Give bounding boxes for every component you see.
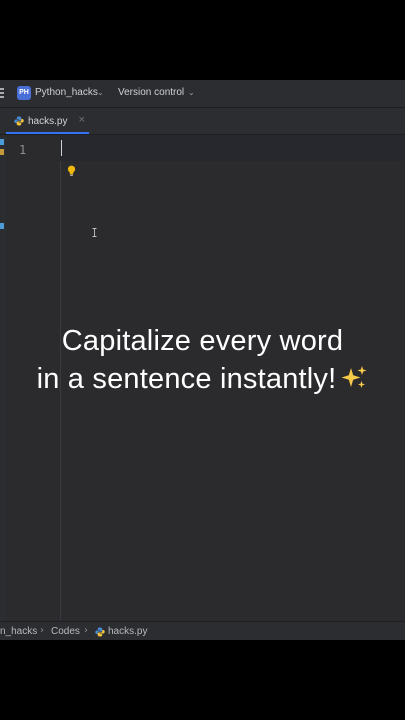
editor-tab-bar: hacks.py × — [0, 108, 405, 135]
chevron-right-icon: › — [84, 625, 88, 636]
chevron-down-icon[interactable]: ⌄ — [97, 88, 104, 97]
hamburger-menu-icon[interactable] — [0, 88, 4, 99]
status-bar: n_hacks › Codes › hacks.py — [0, 621, 405, 640]
breadcrumb-project[interactable]: n_hacks — [0, 626, 37, 637]
current-line-highlight[interactable] — [60, 135, 405, 161]
git-tool-icon[interactable] — [0, 223, 4, 229]
breadcrumb-file[interactable]: hacks.py — [108, 626, 147, 637]
version-control-menu[interactable]: Version control — [118, 87, 184, 98]
video-caption-overlay: Capitalize every word in a sentence inst… — [0, 322, 405, 398]
caption-line-2: in a sentence instantly! — [0, 360, 405, 398]
lightbulb-icon[interactable] — [67, 165, 76, 177]
project-badge[interactable]: PH — [17, 86, 31, 100]
python-file-icon — [14, 116, 24, 126]
line-number: 1 — [19, 143, 27, 157]
main-toolbar: PH Python_hacks ⌄ Version control ⌄ — [0, 80, 405, 108]
project-selector[interactable]: Python_hacks — [35, 87, 98, 98]
close-icon[interactable]: × — [78, 115, 86, 125]
sparkles-icon — [341, 366, 367, 388]
mouse-ibeam-cursor-icon — [92, 228, 97, 237]
tab-hacks-py[interactable]: hacks.py × — [6, 108, 89, 134]
chevron-right-icon: › — [40, 625, 44, 636]
breadcrumb-folder[interactable]: Codes — [51, 626, 80, 637]
caption-line-2-text: in a sentence instantly! — [36, 363, 337, 395]
tab-label: hacks.py — [28, 116, 68, 127]
text-caret — [61, 140, 62, 156]
chevron-down-icon[interactable]: ⌄ — [188, 88, 195, 97]
caption-line-1: Capitalize every word — [61, 325, 344, 357]
structure-tool-icon[interactable] — [0, 149, 4, 155]
project-tool-icon[interactable] — [0, 139, 4, 145]
python-file-icon — [95, 627, 105, 637]
